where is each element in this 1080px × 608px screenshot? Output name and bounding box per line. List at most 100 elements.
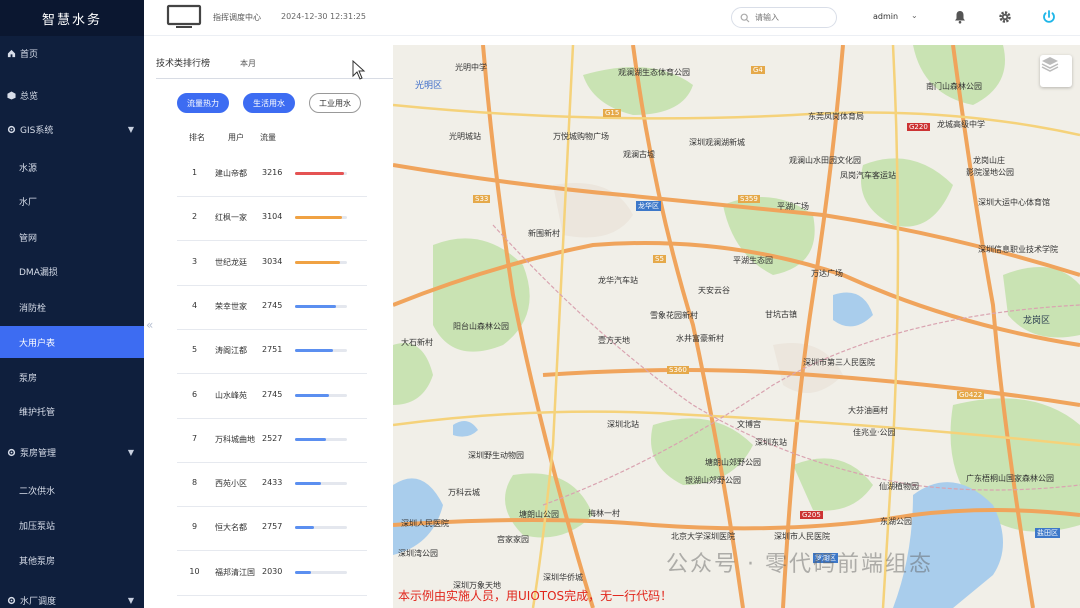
user-name[interactable]: admin <box>873 12 898 21</box>
map-label: 大石新村 <box>401 338 433 347</box>
search-box[interactable] <box>731 7 837 28</box>
road-shield: G15 <box>603 109 622 117</box>
home-icon <box>6 48 16 58</box>
map-label: 万达广场 <box>811 269 843 278</box>
rank-cell: 7 <box>191 433 198 443</box>
map-label: 银湖山郊野公园 <box>685 476 741 485</box>
top-header: 指挥调度中心 2024-12-30 12:31:25 admin ⌄ <box>144 0 1080 36</box>
sidebar-item-dma[interactable]: DMA漏损 <box>0 260 144 282</box>
map-label: 深圳野生动物园 <box>468 451 524 460</box>
user-cell: 涛阁江都 <box>215 346 247 356</box>
user-cell: 恒大名都 <box>215 523 247 533</box>
sidebar-item-plant-dispatch[interactable]: 水厂调度 ▼ <box>0 589 144 608</box>
map-label: 天安云谷 <box>698 286 730 295</box>
road-shield: S359 <box>738 195 760 203</box>
map-label: 平湖生态园 <box>733 256 773 265</box>
map-label: 光明区 <box>415 81 443 91</box>
map-label: 深圳华侨城 <box>543 573 583 582</box>
sidebar-item-hydrant[interactable]: 消防栓 <box>0 296 144 318</box>
flow-bar <box>295 526 347 530</box>
sidebar-item-water-plant[interactable]: 水厂 <box>0 190 144 212</box>
sidebar-item-label: 其他泵房 <box>19 556 56 567</box>
tab-domestic-water[interactable]: 生活用水 <box>243 93 295 113</box>
search-input[interactable] <box>755 13 825 22</box>
chevron-down-icon[interactable]: ⌄ <box>911 11 918 20</box>
sidebar-item-maintenance[interactable]: 维护托管 <box>0 400 144 422</box>
map-label: 东湖公园 <box>880 517 912 526</box>
map-label: 深圳人民医院 <box>401 519 449 528</box>
map-label: 广东梧桐山国家森林公园 <box>966 474 1054 483</box>
map-label: 塘朗山公园 <box>519 510 559 519</box>
flow-cell: 2433 <box>262 478 283 488</box>
power-icon[interactable] <box>1041 9 1057 25</box>
search-icon <box>740 13 750 22</box>
flow-bar-fill <box>295 260 340 264</box>
sidebar-item-overview[interactable]: 总览 <box>0 84 144 106</box>
flow-bar-fill <box>295 304 336 308</box>
map-label: 龙华汽车站 <box>598 276 638 285</box>
map-label: 新围新村 <box>528 229 560 238</box>
table-row[interactable]: 2 红枫一家 3104 <box>177 197 367 242</box>
road-shield: G205 <box>800 511 823 519</box>
settings-icon[interactable] <box>997 9 1013 25</box>
flow-bar <box>295 216 347 220</box>
map-label: 壹方天地 <box>598 336 630 345</box>
rank-cell: 8 <box>191 478 198 488</box>
tab-industrial-water[interactable]: 工业用水 <box>309 93 361 113</box>
map-label: 深圳观澜湖新城 <box>689 138 745 147</box>
flow-cell: 2751 <box>262 345 283 355</box>
map-label: 宫家家园 <box>497 535 529 544</box>
table-row[interactable]: 4 荣幸世家 2745 <box>177 286 367 330</box>
sidebar-item-pipe-network[interactable]: 管网 <box>0 226 144 248</box>
map-label: 平湖广场 <box>777 202 809 211</box>
map-label: 东莞凤岗体育局 <box>808 112 864 121</box>
flow-bar-fill <box>295 172 344 175</box>
sidebar-item-label: 泵房管理 <box>20 448 57 459</box>
table-row[interactable]: 7 万科城曲地 2527 <box>177 419 367 463</box>
map-label: 甘坑古镇 <box>765 310 797 319</box>
map-label: 龙城高级中学 <box>937 120 985 129</box>
user-cell: 荣幸世家 <box>215 301 247 311</box>
table-row[interactable]: 10 福邦清江国 2030 <box>177 552 367 596</box>
table-row[interactable]: 6 山水峰苑 2745 <box>177 375 367 419</box>
sidebar-item-label: 管网 <box>19 233 38 244</box>
sidebar-item-secondary-supply[interactable]: 二次供水 <box>0 479 144 501</box>
map-label: 凤岗汽车客运站 <box>840 171 896 180</box>
sidebar-item-other-pump[interactable]: 其他泵房 <box>0 549 144 571</box>
table-row[interactable]: 1 建山帝都 3216 <box>177 153 367 197</box>
bell-icon[interactable] <box>952 9 968 25</box>
sidebar-item-pump-room[interactable]: 泵房 <box>0 366 144 388</box>
sidebar-item-booster-station[interactable]: 加压泵站 <box>0 514 144 536</box>
map-label: 深圳信息职业技术学院 <box>978 245 1058 254</box>
layers-icon <box>1041 57 1059 72</box>
sidebar-item-label: 二次供水 <box>19 486 56 497</box>
map-label: 龙岗区 <box>1023 316 1051 326</box>
sidebar-item-water-source[interactable]: 水源 <box>0 156 144 178</box>
map-label: 观澜古墟 <box>623 150 655 159</box>
sidebar-item-pump-management[interactable]: 泵房管理 ▼ <box>0 441 144 463</box>
table-row[interactable]: 9 恒大名都 2757 <box>177 507 367 552</box>
collapse-arrow-icon[interactable]: « <box>146 318 153 332</box>
map-layers-button[interactable] <box>1040 55 1072 87</box>
sidebar-item-large-meter[interactable]: 大用户表 <box>0 326 144 358</box>
sidebar-item-gis[interactable]: GIS系统 ▼ <box>0 118 144 140</box>
sidebar-item-label: GIS系统 <box>20 125 54 136</box>
flow-cell: 2745 <box>262 300 283 310</box>
table-row[interactable]: 8 西苑小区 2433 <box>177 463 367 508</box>
flow-bar-fill <box>295 526 314 530</box>
sidebar-item-home[interactable]: 首页 <box>0 42 144 64</box>
map-view[interactable]: 光明中学 光明区 光明城站 万悦城购物广场 观澜湖生态体育公园 观澜古墟 深圳观… <box>393 45 1080 608</box>
header-timestamp: 2024-12-30 12:31:25 <box>281 12 366 21</box>
chevron-down-icon: ▼ <box>127 447 134 457</box>
road-shield: S33 <box>473 195 491 203</box>
flow-cell: 3034 <box>262 256 283 266</box>
column-header-rank: 排名 <box>189 133 205 142</box>
map-label: 文博宫 <box>737 420 761 429</box>
flow-bar-fill <box>295 393 330 397</box>
rank-cell: 10 <box>189 566 200 576</box>
table-row[interactable]: 5 涛阁江都 2751 <box>177 330 367 375</box>
sidebar-item-label: 水厂调度 <box>20 596 57 607</box>
tab-flow-heat[interactable]: 流量热力 <box>177 93 229 113</box>
flow-cell: 2757 <box>262 522 283 532</box>
table-row[interactable]: 3 世纪龙廷 3034 <box>177 242 367 286</box>
